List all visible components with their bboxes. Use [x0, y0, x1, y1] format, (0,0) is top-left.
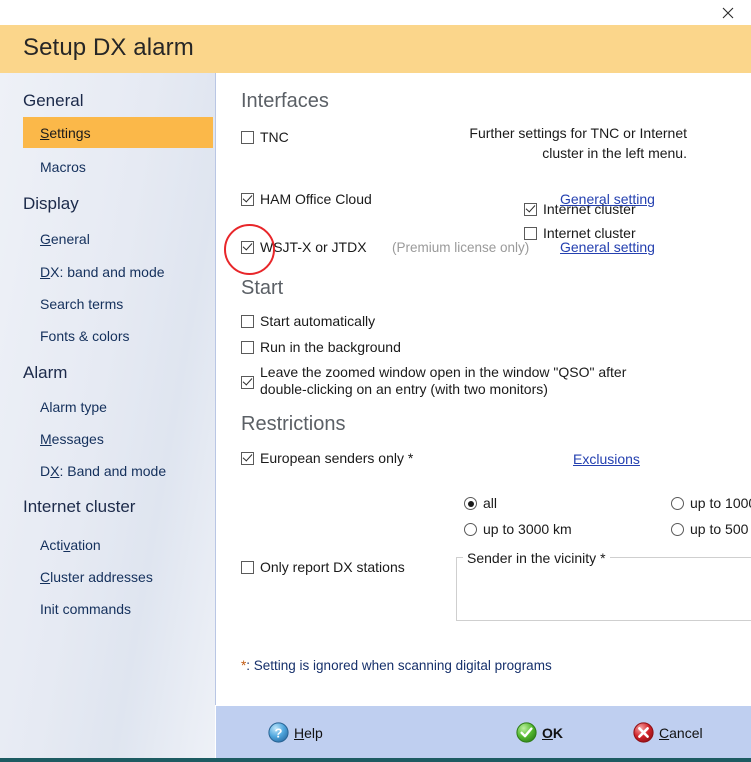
ok-button[interactable]: OK [516, 722, 563, 743]
link-general-setting-cloud[interactable]: General setting [560, 191, 655, 207]
sidebar-group-general: General [23, 91, 84, 110]
checkbox-label: Only report DX stations [260, 559, 405, 575]
help-button-label: Help [294, 724, 323, 741]
sidebar-item-alarm-dx-band-mode[interactable]: DX: Band and mode [23, 455, 213, 486]
checkbox-box [241, 561, 254, 574]
sidebar-item-messages[interactable]: Messages [23, 423, 213, 454]
sidebar-item-label: DX: band and mode [40, 263, 165, 280]
sidebar-item-label: Macros [40, 158, 86, 175]
restrictions-footnote: *: Setting is ignored when scanning digi… [241, 658, 552, 673]
interfaces-hint-text: Further settings for TNC or Internet clu… [469, 125, 687, 161]
help-question-icon: ? [268, 722, 289, 743]
checkbox-ham-office-cloud[interactable]: HAM Office Cloud [241, 191, 372, 208]
checkbox-label: Run in the background [260, 339, 401, 355]
dialog-header: Setup DX alarm [0, 25, 751, 73]
checkbox-box [241, 193, 254, 206]
sidebar-group-alarm: Alarm [23, 363, 68, 382]
window-bottom-edge [0, 758, 751, 762]
checkbox-box [241, 315, 254, 328]
radio-label: up to 1000 km [690, 495, 751, 511]
sidebar-item-label: Activation [40, 536, 101, 553]
sidebar: General Settings Macros Display General … [0, 73, 215, 758]
radio-label: up to 3000 km [483, 521, 572, 537]
checkbox-box [241, 376, 254, 389]
setup-dx-alarm-window: Setup DX alarm General Settings Macros D… [0, 0, 751, 762]
ok-button-label: OK [542, 724, 564, 741]
sidebar-item-label: Settings [40, 124, 91, 141]
cancel-button-label: Cancel [659, 724, 703, 741]
radio-vicinity-1000km[interactable]: up to 1000 km [671, 495, 751, 512]
wsjtx-license-note: (Premium license only) [392, 240, 530, 255]
checkbox-wsjtx-jtdx[interactable]: WSJT-X or JTDX [241, 239, 367, 256]
cancel-button[interactable]: Cancel [633, 722, 703, 743]
checkbox-box [241, 341, 254, 354]
checkbox-box [524, 227, 537, 240]
sidebar-group-display: Display [23, 194, 79, 213]
radio-label: up to 500 km [690, 521, 751, 537]
checkbox-only-report-dx-stations[interactable]: Only report DX stations [241, 559, 405, 576]
footnote-text: : Setting is ignored when scanning digit… [246, 658, 552, 673]
check-circle-icon [516, 722, 537, 743]
section-heading-interfaces: Interfaces [241, 90, 329, 112]
sidebar-item-alarm-type[interactable]: Alarm type [23, 391, 213, 422]
sidebar-item-cluster-addresses[interactable]: Cluster addresses [23, 561, 213, 592]
radio-vicinity-all[interactable]: all [464, 495, 497, 512]
sidebar-item-activation[interactable]: Activation [23, 529, 213, 560]
title-bar [0, 0, 751, 25]
checkbox-label: WSJT-X or JTDX [260, 239, 367, 255]
checkbox-label: TNC [260, 129, 289, 145]
radio-circle [464, 523, 477, 536]
sidebar-item-fonts-colors[interactable]: Fonts & colors [23, 320, 213, 351]
page-title: Setup DX alarm [23, 34, 194, 61]
link-exclusions[interactable]: Exclusions [573, 451, 640, 467]
sidebar-group-internet-cluster: Internet cluster [23, 497, 136, 516]
checkbox-run-in-background[interactable]: Run in the background [241, 339, 401, 356]
sidebar-item-display-dx-band-mode[interactable]: DX: band and mode [23, 256, 213, 287]
sidebar-item-settings[interactable]: Settings [23, 117, 213, 148]
checkbox-box [241, 452, 254, 465]
sidebar-item-label: Init commands [40, 600, 132, 617]
svg-text:?: ? [275, 725, 283, 740]
sidebar-item-label: Alarm type [40, 398, 107, 415]
link-general-setting-wsjtx[interactable]: General setting [560, 239, 655, 255]
checkbox-label: HAM Office Cloud [260, 191, 372, 207]
checkbox-european-senders-only[interactable]: European senders only * [241, 450, 413, 467]
sidebar-item-search-terms[interactable]: Search terms [23, 288, 213, 319]
sidebar-item-label: Fonts & colors [40, 327, 130, 344]
radio-vicinity-3000km[interactable]: up to 3000 km [464, 521, 572, 538]
section-heading-start: Start [241, 277, 284, 299]
dialog-footer: ? Help OK Cancel [216, 705, 751, 758]
sidebar-item-init-commands[interactable]: Init commands [23, 593, 213, 624]
checkbox-label: European senders only * [260, 450, 414, 466]
checkbox-box [241, 131, 254, 144]
checkbox-tnc[interactable]: TNC [241, 129, 289, 146]
checkbox-leave-zoomed-window[interactable]: Leave the zoomed window open in the wind… [241, 364, 680, 398]
sidebar-item-macros[interactable]: Macros [23, 151, 213, 182]
sidebar-item-label: Messages [40, 430, 104, 447]
help-button[interactable]: ? Help [268, 722, 323, 743]
checkbox-box [524, 203, 537, 216]
section-heading-restrictions: Restrictions [241, 413, 346, 435]
checkbox-label-line1: Leave the zoomed window open in the wind… [260, 364, 627, 380]
sidebar-item-label: General [40, 230, 90, 247]
settings-panel: Interfaces TNC Internet cluster Internet… [215, 73, 751, 705]
vicinity-groupbox-legend: Sender in the vicinity * [463, 550, 610, 566]
sidebar-item-label: Search terms [40, 295, 124, 312]
checkbox-label-line2: double-clicking on an entry (with two mo… [260, 381, 548, 397]
radio-circle [464, 497, 477, 510]
vicinity-groupbox [456, 557, 751, 621]
checkbox-start-automatically[interactable]: Start automatically [241, 313, 375, 330]
radio-vicinity-500km[interactable]: up to 500 km [671, 521, 751, 538]
radio-circle [671, 523, 684, 536]
sidebar-item-label: DX: Band and mode [40, 462, 167, 479]
cancel-cross-icon [633, 722, 654, 743]
checkbox-box [241, 241, 254, 254]
radio-label: all [483, 495, 498, 511]
sidebar-item-label: Cluster addresses [40, 568, 153, 585]
checkbox-label: Start automatically [260, 313, 376, 329]
sidebar-item-display-general[interactable]: General [23, 223, 213, 254]
radio-circle [671, 497, 684, 510]
close-icon[interactable] [705, 0, 751, 25]
